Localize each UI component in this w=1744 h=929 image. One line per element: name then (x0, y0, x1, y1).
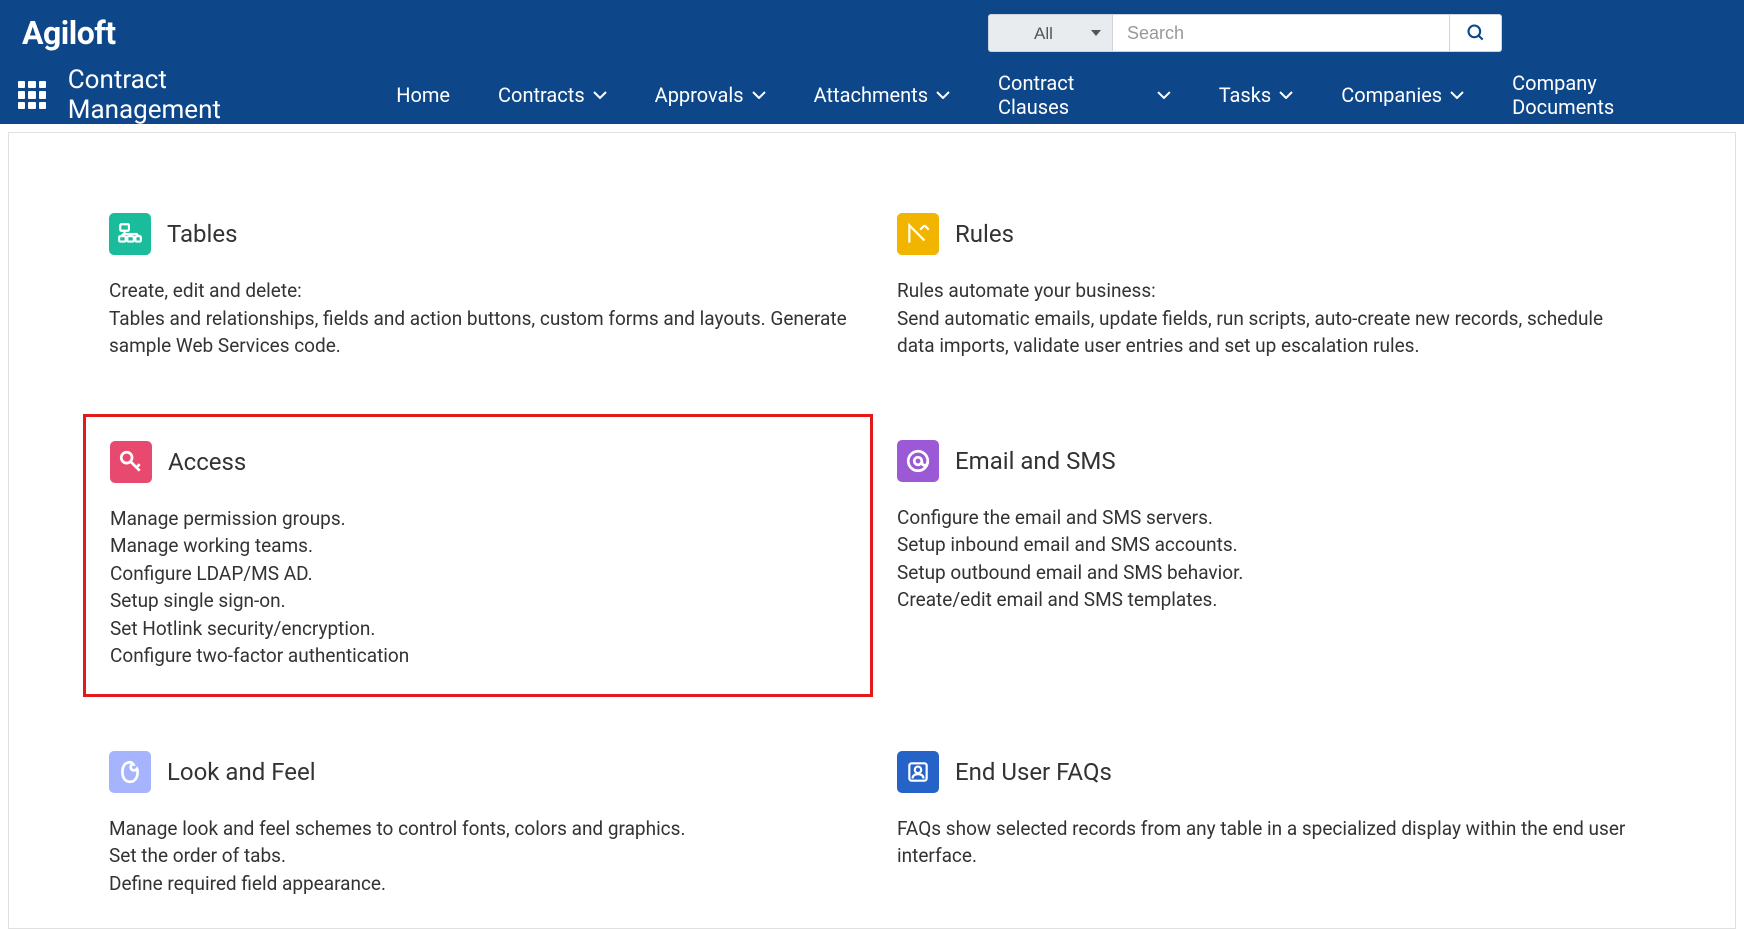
nav-item-home[interactable]: Home (372, 66, 474, 124)
nav-item-attachments[interactable]: Attachments (790, 66, 974, 124)
nav-item-tasks[interactable]: Tasks (1195, 66, 1318, 124)
nav-label: Contract Clauses (998, 71, 1149, 119)
nav-label: Contracts (498, 83, 585, 107)
nav-label: Tasks (1219, 83, 1272, 107)
chevron-down-icon (593, 91, 607, 99)
chevron-down-icon (1450, 91, 1464, 99)
section-access[interactable]: Access Manage permission groups.Manage w… (83, 414, 873, 697)
chevron-down-icon (936, 91, 950, 99)
search-icon (1466, 23, 1486, 43)
section-rules[interactable]: Rules Rules automate your business:Send … (887, 203, 1645, 370)
look-feel-icon (109, 751, 151, 793)
access-icon (110, 441, 152, 483)
section-description: FAQs show selected records from any tabl… (897, 815, 1635, 870)
header-nav-bar: Contract Management Home Contracts Approva… (0, 66, 1744, 124)
tables-icon (109, 213, 151, 255)
logo: Agiloft (22, 14, 116, 52)
nav-label: Attachments (814, 83, 928, 107)
nav-item-contracts[interactable]: Contracts (474, 66, 631, 124)
nav-item-approvals[interactable]: Approvals (631, 66, 790, 124)
section-description: Manage permission groups.Manage working … (110, 505, 846, 670)
section-description: Rules automate your business:Send automa… (897, 277, 1635, 360)
chevron-down-icon (1279, 91, 1293, 99)
section-end-user-faqs[interactable]: End User FAQs FAQs show selected records… (887, 741, 1645, 908)
apps-grid-icon[interactable] (18, 81, 46, 109)
section-title: End User FAQs (955, 758, 1112, 786)
nav-label: Home (396, 83, 450, 107)
chevron-down-icon (1157, 91, 1171, 99)
section-tables[interactable]: Tables Create, edit and delete:Tables an… (99, 203, 857, 370)
faqs-icon (897, 751, 939, 793)
content-area: Tables Create, edit and delete:Tables an… (8, 132, 1736, 929)
nav-item-companies[interactable]: Companies (1317, 66, 1488, 124)
nav-label: Companies (1341, 83, 1442, 107)
chevron-down-icon (752, 91, 766, 99)
app-header: Agiloft All Contract Management HomeCon (0, 0, 1744, 124)
search-button[interactable] (1450, 14, 1502, 52)
section-title: Rules (955, 220, 1014, 248)
section-title: Access (168, 448, 246, 476)
search-input[interactable] (1113, 14, 1450, 52)
rules-icon (897, 213, 939, 255)
header-top-bar: Agiloft All (0, 0, 1744, 66)
section-description: Create, edit and delete:Tables and relat… (109, 277, 847, 360)
search-container: All (988, 14, 1502, 52)
nav-label: Company Documents (1512, 71, 1702, 119)
nav-item-company-documents[interactable]: Company Documents (1488, 66, 1726, 124)
nav-item-contract-clauses[interactable]: Contract Clauses (974, 66, 1195, 124)
section-title: Look and Feel (167, 758, 316, 786)
email-icon (897, 440, 939, 482)
search-filter-dropdown[interactable]: All (988, 14, 1113, 52)
section-title: Tables (167, 220, 237, 248)
nav-label: Approvals (655, 83, 744, 107)
section-description: Configure the email and SMS servers.Setu… (897, 504, 1635, 614)
section-email-sms[interactable]: Email and SMS Configure the email and SM… (887, 430, 1645, 681)
section-description: Manage look and feel schemes to control … (109, 815, 847, 898)
app-title: Contract Management (68, 65, 324, 125)
section-look-feel[interactable]: Look and Feel Manage look and feel schem… (99, 741, 857, 908)
section-title: Email and SMS (955, 447, 1116, 475)
